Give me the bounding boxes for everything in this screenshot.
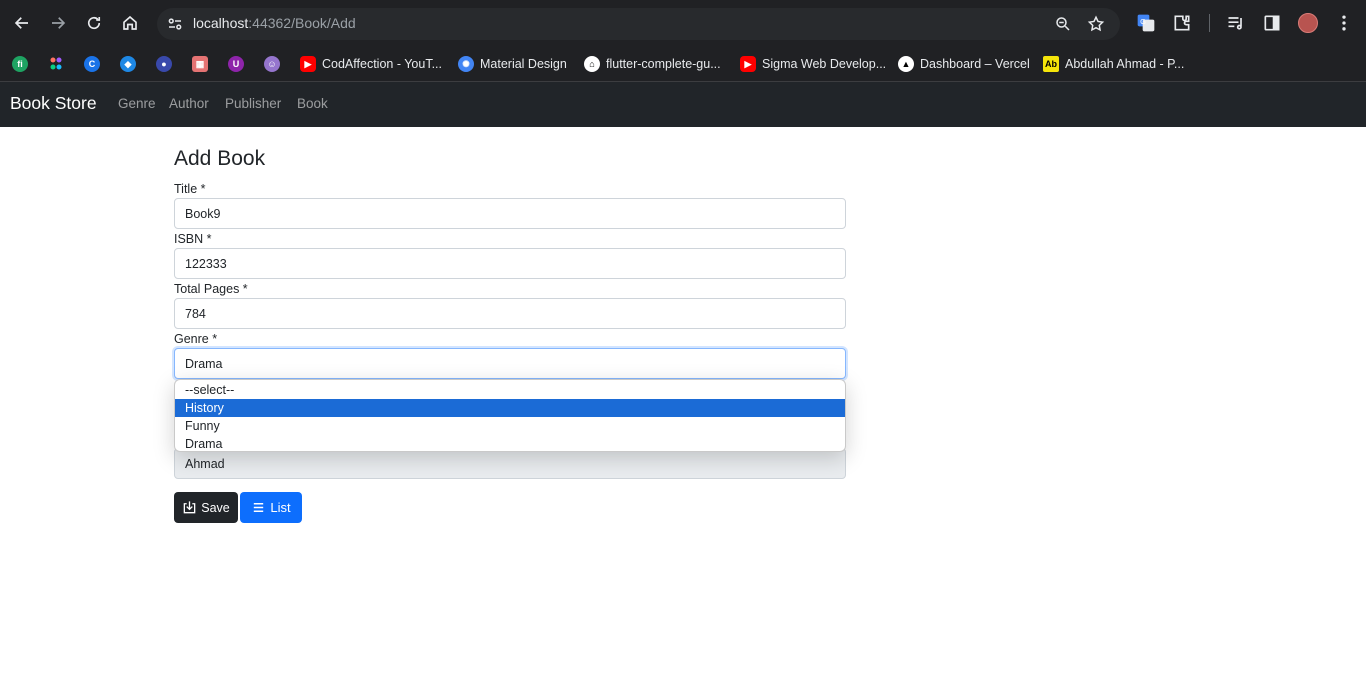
bookmark-13[interactable]: Ab Abdullah Ahmad - P...: [1043, 54, 1184, 74]
camera-icon: ●: [156, 56, 172, 72]
bookmark-8[interactable]: ▶ CodAffection - YouT...: [300, 54, 442, 74]
bookmark-6[interactable]: U: [228, 54, 244, 74]
forward-arrow-icon[interactable]: [46, 11, 70, 35]
browser-chrome: localhost:44362/Book/Add G fi C ◆ ● ▦ U …: [0, 0, 1366, 82]
nav-link-genre[interactable]: Genre: [118, 96, 156, 111]
fh-icon: fi: [12, 56, 28, 72]
profile-avatar[interactable]: [1298, 13, 1318, 33]
reload-icon[interactable]: [82, 11, 106, 35]
material-icon: ✺: [458, 56, 474, 72]
bookmark-label: Dashboard – Vercel: [920, 57, 1030, 71]
extensions-icon[interactable]: [1172, 13, 1192, 33]
bookmark-10[interactable]: ⌂ flutter-complete-gu...: [584, 54, 721, 74]
browser-toolbar: localhost:44362/Book/Add G: [0, 0, 1366, 46]
url-text[interactable]: localhost:44362/Book/Add: [193, 15, 356, 31]
genre-option-history[interactable]: History: [175, 399, 845, 417]
bookmark-label: CodAffection - YouT...: [322, 57, 442, 71]
bookmark-label: flutter-complete-gu...: [606, 57, 721, 71]
list-icon: [254, 503, 264, 512]
bookmark-4[interactable]: ●: [156, 54, 172, 74]
vercel-icon: ▲: [898, 56, 914, 72]
bookmark-star-icon[interactable]: [1087, 15, 1105, 33]
save-label: Save: [201, 500, 230, 515]
site-settings-icon[interactable]: [166, 15, 184, 33]
home-icon[interactable]: [118, 11, 142, 35]
brand-link[interactable]: Book Store: [10, 93, 97, 114]
nav-link-author[interactable]: Author: [169, 96, 209, 111]
bookmark-12[interactable]: ▲ Dashboard – Vercel: [898, 54, 1030, 74]
bookmark-label: Sigma Web Develop...: [762, 57, 887, 71]
url-path: :44362/Book/Add: [248, 15, 356, 31]
toolbar-separator: [1209, 14, 1210, 32]
bookmark-0[interactable]: fi: [12, 54, 28, 74]
genre-option-drama[interactable]: Drama: [175, 435, 845, 451]
total-pages-label: Total Pages *: [174, 282, 248, 296]
grid-icon: ▦: [192, 56, 208, 72]
genre-option-select[interactable]: --select--: [175, 381, 845, 399]
c-circle-icon: C: [84, 56, 100, 72]
download-icon: [183, 501, 196, 514]
svg-text:G: G: [1140, 17, 1146, 26]
title-input[interactable]: Book9: [174, 198, 846, 229]
bookmark-11[interactable]: ▶ Sigma Web Develop...: [740, 54, 886, 74]
nav-link-book[interactable]: Book: [297, 96, 328, 111]
figma-dots-icon: [48, 56, 64, 72]
media-controls-icon[interactable]: [1226, 13, 1246, 33]
translate-icon[interactable]: G: [1136, 13, 1156, 33]
list-label: List: [270, 500, 291, 515]
bookmarks-bar: fi C ◆ ● ▦ U ☺ ▶ CodAffection - YouT... ✺…: [0, 46, 1366, 82]
genre-select[interactable]: Drama: [174, 348, 846, 379]
genre-dropdown-list: --select-- History Funny Drama: [174, 379, 846, 452]
address-bar[interactable]: localhost:44362/Book/Add: [157, 8, 1120, 40]
side-panel-icon[interactable]: [1262, 13, 1282, 33]
youtube-icon: ▶: [300, 56, 316, 72]
nav-link-publisher[interactable]: Publisher: [225, 96, 281, 111]
bookmark-1[interactable]: [48, 54, 64, 74]
bookmark-7[interactable]: ☺: [264, 54, 280, 74]
genre-label: Genre *: [174, 332, 218, 346]
ab-icon: Ab: [1043, 56, 1059, 72]
add-book-page: Add Book Title * Book9 ISBN * 122333 Tot…: [0, 127, 1366, 679]
url-host: localhost: [193, 15, 249, 31]
total-pages-input[interactable]: 784: [174, 298, 846, 329]
github-icon: ⌂: [584, 56, 600, 72]
bookmark-9[interactable]: ✺ Material Design: [458, 54, 567, 74]
youtube-icon: ▶: [740, 56, 756, 72]
title-label: Title *: [174, 182, 206, 196]
list-button[interactable]: List: [240, 492, 302, 523]
bookmark-label: Material Design: [480, 57, 567, 71]
bookmark-label: Abdullah Ahmad - P...: [1065, 57, 1185, 71]
u-icon: U: [228, 56, 244, 72]
author-select[interactable]: Ahmad: [174, 448, 846, 479]
genre-option-funny[interactable]: Funny: [175, 417, 845, 435]
back-arrow-icon[interactable]: [10, 11, 34, 35]
save-button[interactable]: Save: [174, 492, 238, 523]
isbn-input[interactable]: 122333: [174, 248, 846, 279]
isbn-label: ISBN *: [174, 232, 212, 246]
drop-icon: ◆: [120, 56, 136, 72]
bookmark-5[interactable]: ▦: [192, 54, 208, 74]
app-navbar: Book Store Genre Author Publisher Book: [0, 82, 1366, 127]
bookmark-2[interactable]: C: [84, 54, 100, 74]
page-title: Add Book: [174, 147, 266, 170]
zoom-icon[interactable]: [1054, 15, 1072, 33]
bookmark-3[interactable]: ◆: [120, 54, 136, 74]
avatar-icon: ☺: [264, 56, 280, 72]
menu-kebab-icon[interactable]: [1334, 13, 1354, 33]
